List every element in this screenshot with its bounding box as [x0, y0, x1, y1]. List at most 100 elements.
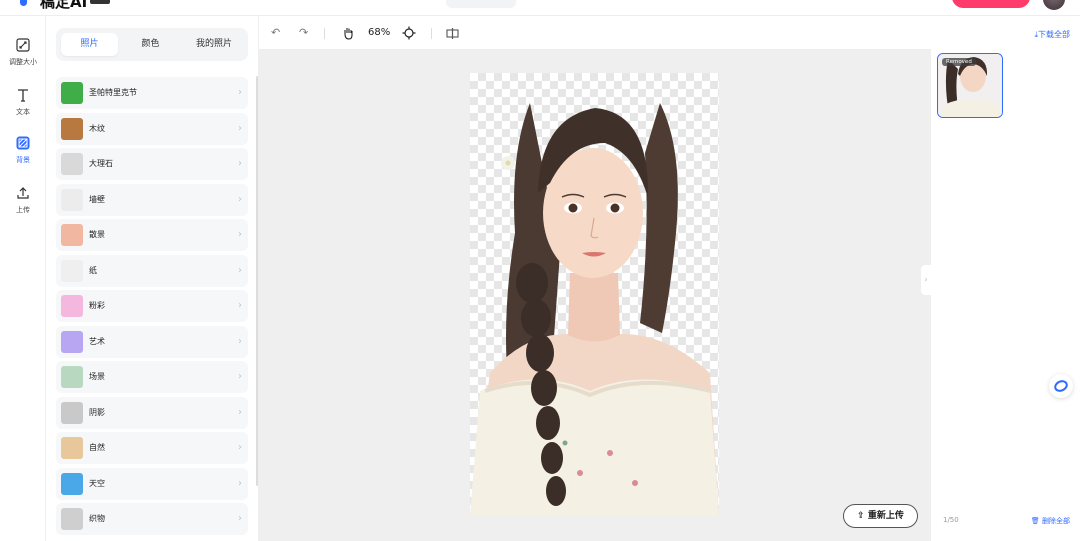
- category-label: 场景: [89, 372, 105, 381]
- category-thumbnail: [61, 259, 83, 282]
- category-thumbnail: [61, 153, 83, 175]
- category-label: 自然: [89, 443, 105, 452]
- category-thumbnail: [61, 224, 83, 246]
- category-label: 墙壁: [89, 194, 105, 204]
- category-thumbnail: [61, 472, 83, 495]
- category-item[interactable]: 自然 ›: [56, 432, 248, 464]
- text-icon: [18, 89, 28, 102]
- assistant-icon: [1054, 380, 1068, 392]
- canvas-area: ⇪ 重新上传 ›: [259, 50, 931, 541]
- results-panel: ⤓下载全部 Removed 1/50 🗑 删除全部: [931, 16, 1080, 541]
- rail-label-text: 文本: [16, 108, 30, 116]
- category-item[interactable]: 粉彩 ›: [56, 290, 248, 322]
- category-item[interactable]: 场景 ›: [56, 361, 248, 393]
- category-list: 圣帕特里克节 › 木纹 › 大理石 › 墙壁 › 散景 › 纸 › 粉彩 › 艺术 › 场景 › 阴影 › 自然 › 天空 ›…: [56, 77, 248, 539]
- resize-icon: [16, 38, 30, 52]
- rail-label-resize: 调整大小: [9, 58, 37, 66]
- download-all-label: 下载全部: [1038, 30, 1070, 39]
- category-thumbnail: [61, 117, 83, 140]
- background-panel: 照片 颜色 我的照片 圣帕特里克节 › 木纹 › 大理石 › 墙壁 › 散景 › 纸 › 粉彩 › 艺术 › 场…: [46, 16, 259, 541]
- category-thumbnail: [61, 82, 83, 104]
- compare-glyph: [446, 27, 459, 39]
- tab-photos[interactable]: 照片: [61, 33, 118, 56]
- chevron-right-icon: ›: [238, 87, 242, 98]
- rail-item-text[interactable]: 文本: [0, 88, 46, 117]
- category-label: 圣帕特里克节: [89, 88, 137, 97]
- rail-label-background: 背景: [16, 156, 30, 164]
- undo-icon[interactable]: ↶: [271, 16, 280, 50]
- target-icon[interactable]: [402, 16, 416, 50]
- category-thumbnail: [61, 295, 83, 317]
- category-label: 粉彩: [89, 301, 105, 310]
- chevron-right-icon: ›: [238, 300, 242, 311]
- toolbar-divider: [431, 28, 432, 39]
- edited-photo[interactable]: [470, 73, 719, 516]
- delete-all-button[interactable]: 🗑 删除全部: [1031, 516, 1070, 526]
- chevron-right-icon: ›: [238, 442, 242, 453]
- reupload-button[interactable]: ⇪ 重新上传: [843, 504, 918, 528]
- category-label: 纸: [89, 265, 97, 275]
- category-thumbnail: [61, 437, 83, 459]
- tab-bar: 照片 颜色 我的照片: [56, 28, 248, 61]
- canvas-toolbar: ↶ ↷ 68%: [259, 16, 931, 50]
- hand-glyph: [344, 28, 353, 40]
- logo-text[interactable]: 稿定AI: [40, 0, 87, 12]
- category-thumbnail: [61, 188, 83, 211]
- category-label: 大理石: [89, 159, 113, 168]
- category-thumbnail: [61, 401, 83, 424]
- category-label: 阴影: [89, 407, 105, 417]
- rail-item-upload[interactable]: 上传: [0, 186, 46, 215]
- category-item[interactable]: 木纹 ›: [56, 112, 248, 145]
- category-thumbnail: [61, 366, 83, 388]
- logo-badge: [90, 0, 110, 4]
- trash-icon: 🗑: [1030, 517, 1042, 525]
- redo-icon[interactable]: ↷: [299, 16, 308, 50]
- category-item[interactable]: 阴影 ›: [56, 396, 248, 429]
- tab-colors[interactable]: 颜色: [122, 33, 179, 56]
- category-item[interactable]: 织物 ›: [56, 503, 248, 535]
- crosshair-glyph: [402, 26, 416, 40]
- zoom-level[interactable]: 68%: [368, 16, 390, 50]
- category-label: 织物: [89, 514, 105, 523]
- logo-icon: [20, 0, 27, 6]
- reupload-label: 重新上传: [867, 511, 904, 521]
- chevron-right-icon: ›: [238, 513, 242, 524]
- center-pill[interactable]: [446, 0, 516, 8]
- category-label: 散景: [89, 230, 105, 239]
- chevron-right-icon: ›: [238, 229, 242, 240]
- delete-all-label: 删除全部: [1042, 517, 1070, 525]
- rail-item-background[interactable]: 背景: [0, 136, 46, 165]
- upload-icon: [17, 187, 29, 199]
- avatar[interactable]: [1043, 0, 1065, 10]
- portrait-illustration: [470, 103, 719, 516]
- collapse-panel-handle[interactable]: ›: [921, 265, 931, 295]
- category-thumbnail: [61, 508, 83, 530]
- category-item[interactable]: 墙壁 ›: [56, 183, 248, 216]
- tab-my-photos[interactable]: 我的照片: [184, 33, 244, 56]
- removed-badge: Removed: [942, 58, 976, 66]
- hand-icon[interactable]: [341, 16, 355, 50]
- chevron-right-icon: ›: [238, 335, 242, 347]
- chevron-right-icon: ›: [238, 122, 242, 134]
- category-item[interactable]: 大理石 ›: [56, 148, 248, 180]
- left-rail: 调整大小 文本 背景 上传: [0, 16, 46, 541]
- floating-assistant-button[interactable]: [1049, 374, 1073, 398]
- toolbar-divider: [324, 28, 325, 39]
- rail-label-upload: 上传: [16, 206, 30, 214]
- category-label: 木纹: [89, 123, 105, 133]
- category-item[interactable]: 天空 ›: [56, 467, 248, 500]
- category-item[interactable]: 艺术 ›: [56, 325, 248, 358]
- category-item[interactable]: 纸 ›: [56, 254, 248, 287]
- rail-item-resize[interactable]: 调整大小: [0, 38, 46, 67]
- cta-button[interactable]: [952, 0, 1030, 8]
- result-thumbnail[interactable]: Removed: [937, 53, 1003, 118]
- compare-icon[interactable]: [446, 16, 459, 50]
- category-label: 天空: [89, 478, 105, 488]
- chevron-right-icon: ›: [238, 371, 242, 382]
- chevron-right-icon: ›: [238, 264, 242, 276]
- category-label: 艺术: [89, 336, 105, 346]
- category-item[interactable]: 圣帕特里克节 ›: [56, 77, 248, 109]
- top-bar: 稿定AI: [0, 0, 1080, 16]
- download-all-button[interactable]: ⤓下载全部: [1034, 29, 1070, 40]
- category-item[interactable]: 散景 ›: [56, 219, 248, 251]
